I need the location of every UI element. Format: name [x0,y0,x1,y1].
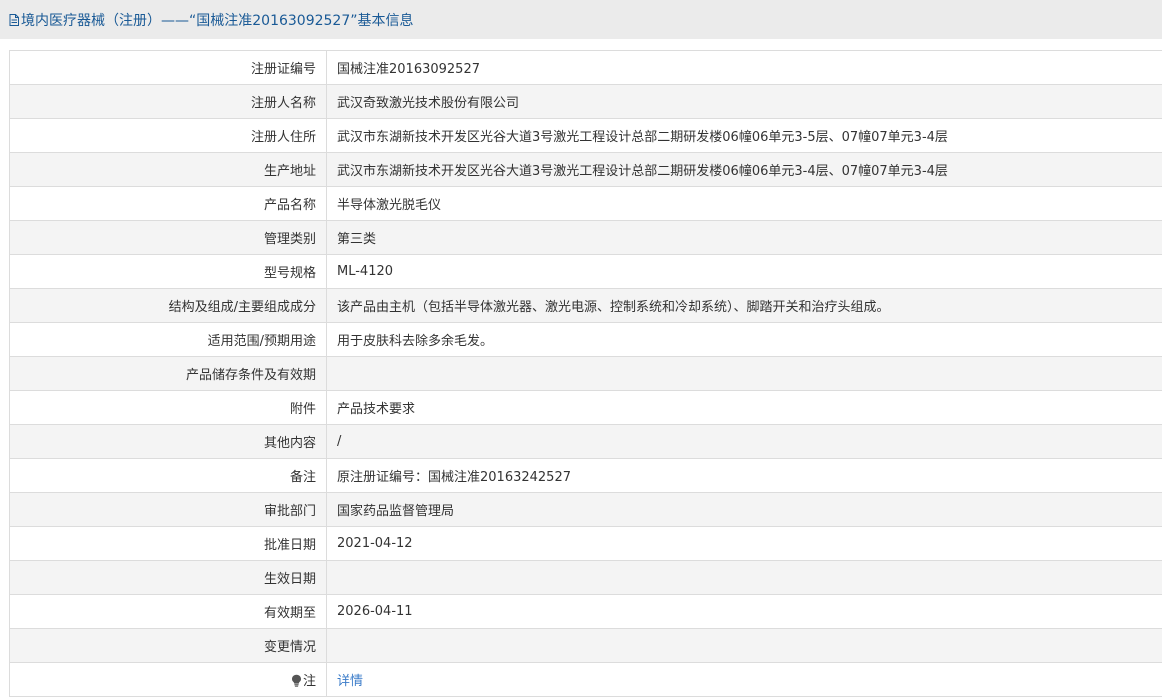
table-row: 管理类别 第三类 [9,220,1162,255]
field-value: 2021-04-12 [326,526,1162,561]
page-header: 境内医疗器械（注册）——“国械注准20163092527”基本信息 [0,0,1162,39]
field-label: 产品储存条件及有效期 [9,356,327,391]
field-value: 2026-04-11 [326,594,1162,629]
field-label: 产品名称 [9,186,327,221]
field-value: 用于皮肤科去除多余毛发。 [326,322,1162,357]
table-row: 其他内容 / [9,424,1162,459]
note-value-cell: 详情 [326,662,1162,697]
field-value: / [326,424,1162,459]
table-row: 注册人名称 武汉奇致激光技术股份有限公司 [9,84,1162,119]
table-row: 审批部门 国家药品监督管理局 [9,492,1162,527]
table-row: 产品储存条件及有效期 [9,356,1162,391]
field-label: 管理类别 [9,220,327,255]
field-label: 型号规格 [9,254,327,289]
table-row: 备注 原注册证编号：国械注准20163242527 [9,458,1162,493]
table-row: 型号规格 ML-4120 [9,254,1162,289]
field-value: 国械注准20163092527 [326,50,1162,85]
field-value: 武汉市东湖新技术开发区光谷大道3号激光工程设计总部二期研发楼06幢06单元3-5… [326,118,1162,153]
table-row: 生产地址 武汉市东湖新技术开发区光谷大道3号激光工程设计总部二期研发楼06幢06单… [9,152,1162,187]
note-label-cell: 注 [9,662,327,697]
field-label: 批准日期 [9,526,327,561]
note-label: 注 [302,674,316,689]
info-table: 注册证编号 国械注准20163092527 注册人名称 武汉奇致激光技术股份有限公司注… [9,50,1162,697]
field-label: 变更情况 [9,628,327,663]
field-value: ML-4120 [326,254,1162,289]
document-icon [9,13,19,26]
field-label: 注册人名称 [9,84,327,119]
table-row: 注册人住所 武汉市东湖新技术开发区光谷大道3号激光工程设计总部二期研发楼06幢06… [9,118,1162,153]
field-value [326,560,1162,595]
field-label: 有效期至 [9,594,327,629]
table-row: 产品名称 半导体激光脱毛仪 [9,186,1162,221]
field-value: 产品技术要求 [326,390,1162,425]
page-title: 境内医疗器械（注册）——“国械注准20163092527”基本信息 [21,12,414,29]
table-row: 有效期至 2026-04-11 [9,594,1162,629]
field-label: 其他内容 [9,424,327,459]
field-label: 适用范围/预期用途 [9,322,327,357]
field-label: 备注 [9,458,327,493]
field-value [326,356,1162,391]
table-row: 生效日期 [9,560,1162,595]
field-value: 国家药品监督管理局 [326,492,1162,527]
table-row: 附件 产品技术要求 [9,390,1162,425]
field-label: 结构及组成/主要组成成分 [9,288,327,323]
field-label: 生效日期 [9,560,327,595]
field-value: 该产品由主机（包括半导体激光器、激光电源、控制系统和冷却系统）、脚踏开关和治疗头… [326,288,1162,323]
field-value [326,628,1162,663]
field-value: 武汉奇致激光技术股份有限公司 [326,84,1162,119]
field-label: 注册证编号 [9,50,327,85]
details-link[interactable]: 详情 [337,674,363,689]
field-label: 审批部门 [9,492,327,527]
table-row: 结构及组成/主要组成成分 该产品由主机（包括半导体激光器、激光电源、控制系统和冷却… [9,288,1162,323]
field-value: 原注册证编号：国械注准20163242527 [326,458,1162,493]
table-row: 适用范围/预期用途 用于皮肤科去除多余毛发。 [9,322,1162,357]
field-value: 第三类 [326,220,1162,255]
field-label: 生产地址 [9,152,327,187]
table-row: 变更情况 [9,628,1162,663]
table-row: 注册证编号 国械注准20163092527 [9,50,1162,85]
field-label: 附件 [9,390,327,425]
field-value: 武汉市东湖新技术开发区光谷大道3号激光工程设计总部二期研发楼06幢06单元3-4… [326,152,1162,187]
field-value: 半导体激光脱毛仪 [326,186,1162,221]
lightbulb-icon [291,674,302,687]
field-label: 注册人住所 [9,118,327,153]
note-row: 注 详情 [9,662,1162,697]
table-row: 批准日期 2021-04-12 [9,526,1162,561]
